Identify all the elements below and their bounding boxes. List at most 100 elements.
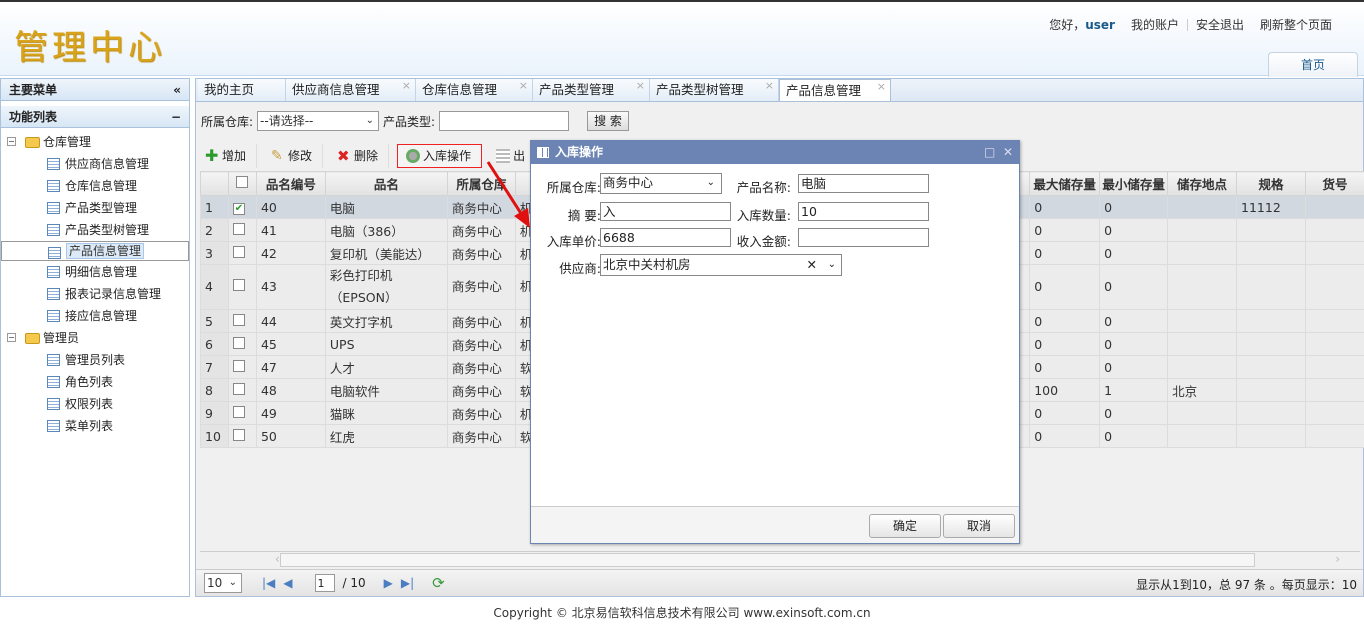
dialog-title-bar[interactable]: 入库操作 □ ✕ xyxy=(531,141,1019,164)
stock-in-button[interactable]: 入库操作 xyxy=(397,144,483,168)
sidebar-item[interactable]: 管理员列表 xyxy=(1,349,189,371)
tab[interactable]: 仓库信息管理 × xyxy=(416,79,533,101)
collapse-icon[interactable]: « xyxy=(173,79,181,101)
row-checkbox-cell[interactable] xyxy=(227,424,257,448)
column-header[interactable]: 最大储存量 xyxy=(1029,171,1101,196)
sidebar-item[interactable]: 菜单列表 xyxy=(1,415,189,437)
close-tab-icon[interactable]: × xyxy=(765,75,774,97)
quantity-input[interactable]: 10 xyxy=(798,202,929,221)
add-button[interactable]: ✚ 增加 xyxy=(201,144,258,168)
row-checkbox-cell[interactable] xyxy=(227,401,257,425)
sidebar-item-label: 角色列表 xyxy=(65,375,114,389)
column-header[interactable]: 货号 xyxy=(1304,171,1364,196)
row-checkbox-cell[interactable] xyxy=(227,355,257,379)
page-input[interactable]: 1 xyxy=(314,574,335,592)
column-header[interactable]: 最小储存量 xyxy=(1099,171,1169,196)
section-title: 功能列表 xyxy=(9,110,58,124)
row-checkbox-cell[interactable] xyxy=(227,218,257,242)
refresh-link[interactable]: 刷新整个页面 xyxy=(1252,16,1340,33)
row-checkbox[interactable] xyxy=(232,359,245,372)
product-name-input[interactable]: 电脑 xyxy=(798,174,929,193)
tab[interactable]: 我的主页 xyxy=(198,79,286,101)
tab[interactable]: 产品类型树管理 × xyxy=(650,79,779,101)
column-header[interactable]: 品名编号 xyxy=(255,171,326,196)
row-checkbox-cell[interactable]: ✔ xyxy=(227,195,257,219)
row-checkbox[interactable] xyxy=(232,313,245,326)
tab[interactable]: 产品类型管理 × xyxy=(533,79,650,101)
sidebar-item[interactable]: 产品类型树管理 xyxy=(1,219,189,241)
cell-name: 电脑软件 xyxy=(324,378,448,402)
sidebar-item[interactable]: 角色列表 xyxy=(1,371,189,393)
sidebar-item[interactable]: 仓库信息管理 xyxy=(1,175,189,197)
confirm-button[interactable]: 确定 xyxy=(869,514,941,538)
sidebar-item[interactable]: 明细信息管理 xyxy=(1,261,189,283)
select-all-checkbox[interactable] xyxy=(236,176,249,188)
close-icon[interactable]: ✕ xyxy=(1003,145,1013,159)
logout-link[interactable]: 安全退出 xyxy=(1188,16,1252,33)
cell-spec xyxy=(1236,264,1306,310)
row-checkbox[interactable] xyxy=(232,222,245,235)
collapse-toggle-icon[interactable]: − xyxy=(7,333,16,342)
unit-price-input[interactable]: 6688 xyxy=(600,228,731,247)
tab[interactable]: 产品信息管理 × xyxy=(779,79,891,101)
close-tab-icon[interactable]: × xyxy=(877,76,886,98)
scrollbar-thumb[interactable] xyxy=(280,553,1255,567)
sidebar-item[interactable]: 报表记录信息管理 xyxy=(1,283,189,305)
column-header[interactable]: 储存地点 xyxy=(1167,171,1238,196)
section-toggle-icon[interactable]: − xyxy=(171,106,181,128)
row-checkbox-cell[interactable] xyxy=(227,378,257,402)
row-checkbox[interactable] xyxy=(232,279,245,291)
page-size-select[interactable]: 10 ⌄ xyxy=(204,573,242,593)
collapse-toggle-icon[interactable]: − xyxy=(7,137,16,146)
warehouse-select[interactable]: --请选择-- ⌄ xyxy=(257,111,380,131)
prev-page-icon[interactable]: ◀ xyxy=(283,576,292,590)
column-header[interactable]: 规格 xyxy=(1236,171,1306,196)
last-page-icon[interactable]: ▶| xyxy=(401,576,414,590)
clear-icon[interactable]: ✕ xyxy=(807,255,817,275)
sidebar-item[interactable]: 供应商信息管理 xyxy=(1,153,189,175)
row-checkbox[interactable]: ✔ xyxy=(232,203,245,215)
supplier-combobox[interactable]: 北京中关村机房 ✕ ⌄ xyxy=(600,254,842,276)
sidebar-item[interactable]: 产品类型管理 xyxy=(1,197,189,219)
tree-group[interactable]: − 管理员 xyxy=(1,327,189,349)
sidebar-item[interactable]: 产品信息管理 xyxy=(1,241,189,261)
my-account-link[interactable]: 我的账户 xyxy=(1123,16,1187,33)
maximize-icon[interactable]: □ xyxy=(984,145,995,159)
home-tab[interactable]: 首页 xyxy=(1268,52,1358,77)
dialog-warehouse-select[interactable]: 商务中心 ⌄ xyxy=(600,173,722,194)
refresh-icon[interactable]: ⟳ xyxy=(432,574,445,592)
scroll-right-icon[interactable]: › xyxy=(1335,552,1340,566)
cancel-button[interactable]: 取消 xyxy=(943,514,1015,538)
tab[interactable]: 供应商信息管理 × xyxy=(286,79,416,101)
horizontal-scrollbar[interactable]: ‹ › xyxy=(200,551,1360,567)
next-page-icon[interactable]: ▶ xyxy=(384,576,393,590)
search-button[interactable]: 搜 索 xyxy=(587,111,629,131)
close-tab-icon[interactable]: × xyxy=(402,75,411,97)
first-page-icon[interactable]: |◀ xyxy=(262,576,275,590)
page-icon xyxy=(47,310,60,322)
chevron-down-icon[interactable]: ⌄ xyxy=(828,255,836,275)
row-checkbox[interactable] xyxy=(232,405,245,418)
close-tab-icon[interactable]: × xyxy=(519,75,528,97)
row-checkbox[interactable] xyxy=(232,428,245,441)
row-checkbox-cell[interactable] xyxy=(227,241,257,265)
amount-label: 收入金额: xyxy=(736,234,791,249)
sidebar-item[interactable]: 接应信息管理 xyxy=(1,305,189,327)
row-checkbox[interactable] xyxy=(232,382,245,395)
row-checkbox[interactable] xyxy=(232,245,245,258)
row-checkbox-cell[interactable] xyxy=(227,264,257,310)
select-all-header[interactable] xyxy=(227,171,257,196)
delete-button[interactable]: ✖ 删除 xyxy=(323,144,390,168)
tree-group[interactable]: − 仓库管理 xyxy=(1,131,189,153)
row-checkbox[interactable] xyxy=(232,336,245,349)
column-header[interactable]: 品名 xyxy=(324,171,448,196)
summary-input[interactable]: 入 xyxy=(600,202,731,221)
sidebar-item[interactable]: 权限列表 xyxy=(1,393,189,415)
edit-button[interactable]: ✎ 修改 xyxy=(257,144,324,168)
close-tab-icon[interactable]: × xyxy=(636,75,645,97)
row-checkbox-cell[interactable] xyxy=(227,309,257,333)
amount-input[interactable] xyxy=(798,228,929,247)
row-checkbox-cell[interactable] xyxy=(227,332,257,356)
product-type-input[interactable] xyxy=(439,111,570,131)
cell-max: 0 xyxy=(1029,309,1101,333)
